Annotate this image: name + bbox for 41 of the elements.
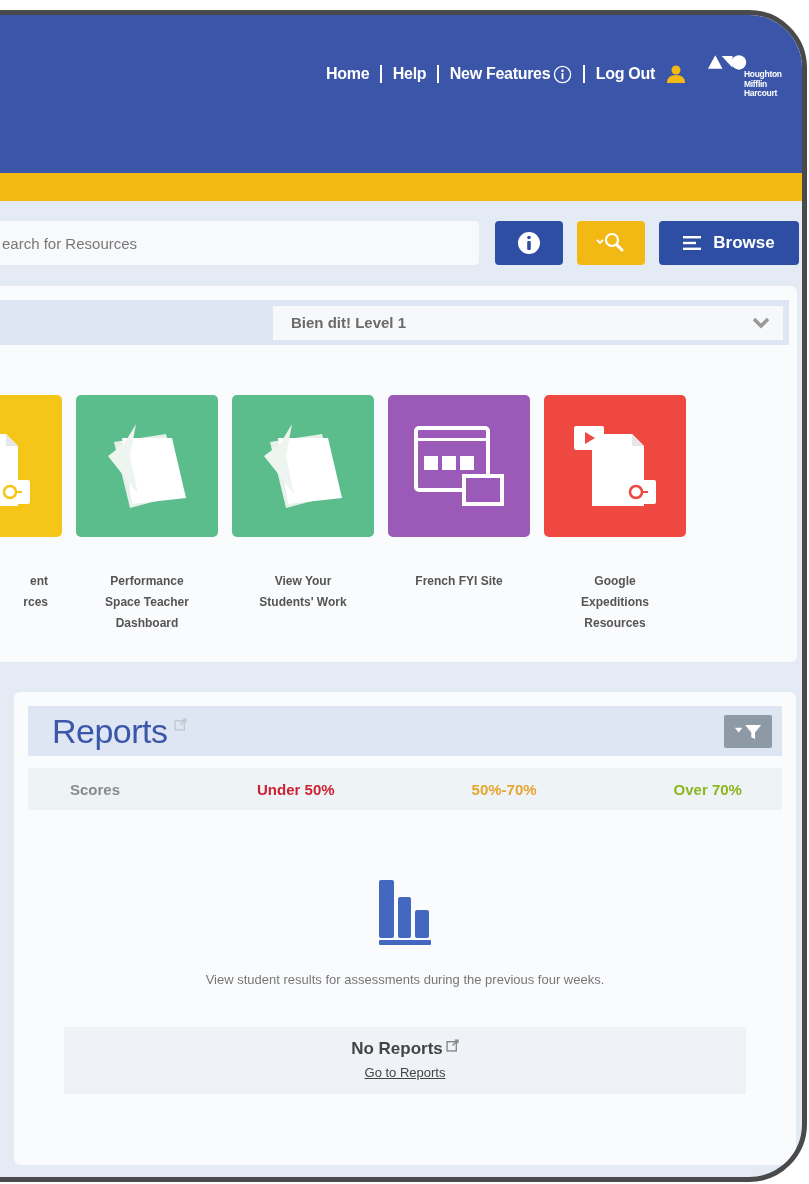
search-options-button[interactable] [577,221,645,265]
go-to-reports-link[interactable]: Go to Reports [364,1065,446,1080]
info-icon [517,231,541,255]
video-document-icon [574,426,656,506]
search-field[interactable]: earch for Resources [0,221,479,265]
score-legend: Over 70% [673,780,742,798]
tile-label[interactable]: ent rces [23,571,62,613]
menu-icon [683,236,702,250]
filter-button[interactable] [724,714,772,748]
tile-label[interactable]: Performance Space Teacher Dashboard [105,571,189,634]
browse-button[interactable]: Browse [659,221,799,265]
resource-tile[interactable] [0,395,62,537]
score-legend: Scores [70,780,121,798]
resource-tile[interactable] [232,395,374,537]
info-button[interactable] [495,221,563,265]
logo-shapes-icon [708,53,748,70]
score-legend: 50%-70% [471,780,537,798]
nav-link[interactable]: Log Out [595,65,655,83]
resource-tile[interactable] [76,395,218,537]
user-icon[interactable] [666,64,686,84]
course-dropdown[interactable]: Bien dit! Level 1 [273,305,783,340]
reports-title[interactable]: Reports [52,711,168,751]
nav-link[interactable]: New Features [449,65,551,83]
tile-label[interactable]: Google Expeditions Resources [581,571,649,634]
no-reports-title: No Reports [351,1039,443,1059]
logo-text: Houghton Mifflin Harcourt [744,70,782,99]
tile-label[interactable]: View Your Students' Work [259,571,347,613]
papers-icon [108,424,186,508]
score-legend: Under 50% [257,780,335,798]
papers-icon [264,424,342,508]
reports-description: View student results for assessments during the previous four weeks. [205,972,605,987]
nav-link[interactable]: Home [326,65,370,83]
chevron-down-icon [753,316,769,329]
external-link-icon[interactable] [445,1039,459,1052]
nav-link[interactable]: Help [392,65,427,83]
resource-tile[interactable] [544,395,686,537]
info-icon [553,64,573,84]
bar-chart-icon [377,880,433,946]
tile-label[interactable]: French FYI Site [415,571,503,592]
browser-windows-icon [414,426,504,506]
resource-tile[interactable] [388,395,530,537]
